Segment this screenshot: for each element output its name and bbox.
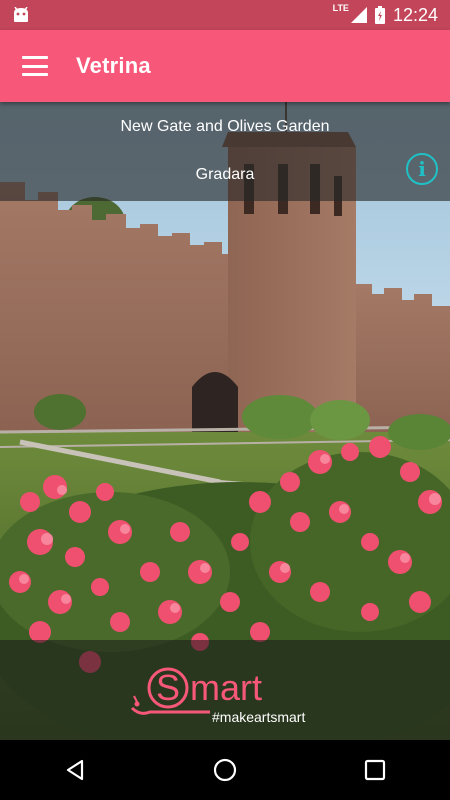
network-type: LTE (332, 3, 349, 13)
app-bar: Vetrina (0, 30, 450, 102)
logo-panel: S mart #makeartsmart (0, 640, 450, 740)
app-title: Vetrina (76, 53, 151, 78)
poi-info-panel: New Gate and Olives Garden Gradara i (0, 102, 450, 201)
info-icon[interactable]: i (406, 153, 438, 185)
home-icon[interactable] (195, 740, 255, 800)
logo-s-letter: S (156, 667, 180, 708)
smart-logo: S mart #makeartsmart (130, 667, 305, 725)
battery-icon (374, 6, 385, 24)
status-left (12, 7, 30, 23)
poi-city: Gradara (195, 166, 255, 183)
poi-photo[interactable]: New Gate and Olives Garden Gradara i S m… (0, 102, 450, 740)
back-icon[interactable] (45, 740, 105, 800)
signal-icon (350, 7, 367, 23)
android-notification-icon (14, 7, 28, 22)
status-time: 12:24 (392, 4, 438, 25)
recents-icon[interactable] (345, 740, 405, 800)
logo-hashtag: #makeartsmart (212, 709, 305, 725)
status-bar: LTE 12:24 (0, 0, 450, 30)
hamburger-menu-icon[interactable] (22, 56, 48, 76)
nav-bar (0, 740, 450, 800)
poi-title: New Gate and Olives Garden (120, 118, 330, 135)
logo-brand-text: mart (190, 667, 262, 708)
status-right: LTE 12:24 (332, 3, 438, 26)
